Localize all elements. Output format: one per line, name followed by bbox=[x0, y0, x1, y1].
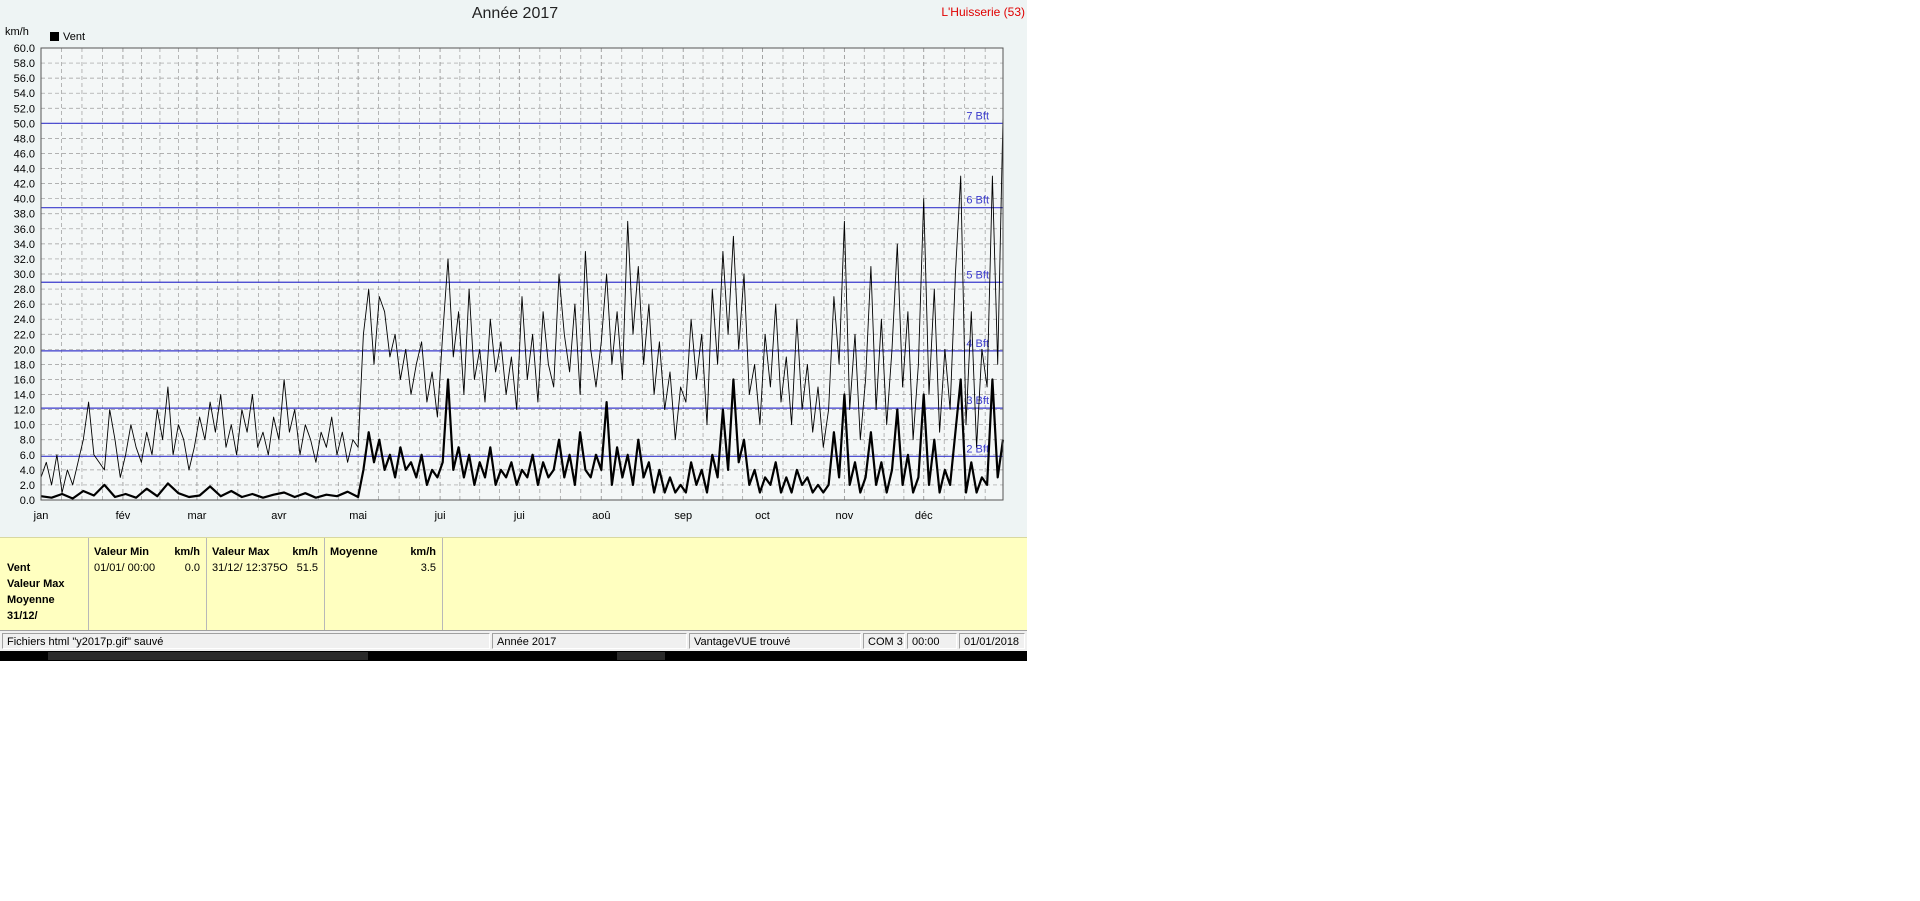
avg-value: 3.5 bbox=[420, 562, 436, 574]
y-tick-label: 10.0 bbox=[14, 420, 35, 432]
status-period: Année 2017 bbox=[492, 633, 687, 649]
y-tick-label: 0.0 bbox=[20, 495, 35, 507]
status-time: 00:00 bbox=[907, 633, 957, 649]
y-tick-label: 14.0 bbox=[14, 390, 35, 402]
stats-max: Valeur Max km/h 31/12/ 12:375O 51.5 bbox=[207, 538, 325, 630]
x-tick-label: mar bbox=[187, 510, 206, 522]
max-timestamp: 31/12/ 12:375O bbox=[212, 562, 288, 574]
stats-avg: Moyenne km/h 3.5 bbox=[325, 538, 443, 630]
x-tick-label: avr bbox=[271, 510, 287, 522]
app-window: 0.0 2.0 4.0 6.0 8.0 10.0 12.0 14.0 16.0 18.0 20.0 2… bbox=[0, 0, 1027, 661]
beaufort-label: 2 Bft bbox=[966, 443, 989, 455]
y-tick-label: 56.0 bbox=[14, 73, 35, 85]
y-tick-label: 28.0 bbox=[14, 284, 35, 296]
x-tick-label: mai bbox=[349, 510, 367, 522]
y-tick-label: 40.0 bbox=[14, 194, 35, 206]
y-tick-label: 44.0 bbox=[14, 164, 35, 176]
y-tick-label: 4.0 bbox=[20, 465, 35, 477]
status-bar: Fichiers html "y2017p.gif" sauvé Année 2… bbox=[0, 630, 1027, 651]
beaufort-label: 3 Bft bbox=[966, 395, 989, 407]
stats-min: Valeur Min km/h 01/01/ 00:00 0.0 bbox=[89, 538, 207, 630]
y-tick-label: 38.0 bbox=[14, 209, 35, 221]
label-vent: Vent bbox=[7, 562, 31, 574]
label-moyenne: Moyenne bbox=[7, 594, 55, 606]
stats-panel: Vent Valeur Max Moyenne 31/12/ Valeur Mi… bbox=[0, 537, 1027, 630]
y-tick-label: 48.0 bbox=[14, 133, 35, 145]
min-header: Valeur Min bbox=[94, 546, 150, 558]
status-date: 01/01/2018 bbox=[959, 633, 1025, 649]
min-value: 0.0 bbox=[184, 562, 200, 574]
stats-labels: Vent Valeur Max Moyenne 31/12/ bbox=[0, 538, 89, 630]
taskbar-segment bbox=[48, 652, 368, 660]
y-tick-label: 52.0 bbox=[14, 103, 35, 115]
y-tick-label: 26.0 bbox=[14, 299, 35, 311]
x-tick-label: jui bbox=[513, 510, 525, 522]
status-port: COM 3 bbox=[863, 633, 905, 649]
y-tick-label: 24.0 bbox=[14, 314, 35, 326]
y-tick-label: 12.0 bbox=[14, 405, 35, 417]
chart-title: Année 2017 bbox=[471, 5, 559, 22]
x-tick-label: nov bbox=[836, 510, 854, 522]
chart-panel: 0.0 2.0 4.0 6.0 8.0 10.0 12.0 14.0 16.0 18.0 20.0 2… bbox=[0, 0, 1027, 537]
x-tick-label: déc bbox=[915, 510, 933, 522]
label-valeur-max: Valeur Max bbox=[7, 578, 65, 590]
y-tick-label: 50.0 bbox=[14, 118, 35, 130]
taskbar-segment bbox=[617, 652, 665, 660]
x-tick-label: aoû bbox=[592, 510, 610, 522]
taskbar-strip bbox=[0, 651, 1027, 661]
avg-header: Moyenne bbox=[330, 546, 378, 558]
y-tick-label: 22.0 bbox=[14, 329, 35, 341]
y-tick-label: 42.0 bbox=[14, 179, 35, 191]
x-tick-label: oct bbox=[755, 510, 770, 522]
min-timestamp: 01/01/ 00:00 bbox=[94, 562, 156, 574]
station-name: L'Huisserie (53) bbox=[941, 5, 1025, 19]
max-value: 51.5 bbox=[296, 562, 318, 574]
chart-legend: Vent bbox=[50, 31, 85, 43]
x-tick-label: jan bbox=[33, 510, 49, 522]
y-tick-label: 34.0 bbox=[14, 239, 35, 251]
y-axis-unit: km/h bbox=[5, 26, 29, 38]
beaufort-label: 5 Bft bbox=[966, 269, 989, 281]
y-tick-label: 20.0 bbox=[14, 344, 35, 356]
plot-area bbox=[41, 48, 1003, 500]
x-tick-label: jui bbox=[434, 510, 446, 522]
y-tick-label: 46.0 bbox=[14, 148, 35, 160]
wind-chart: 0.0 2.0 4.0 6.0 8.0 10.0 12.0 14.0 16.0 18.0 20.0 2… bbox=[14, 43, 1005, 522]
avg-unit: km/h bbox=[410, 546, 436, 558]
min-unit: km/h bbox=[174, 546, 200, 558]
legend-swatch bbox=[50, 32, 59, 41]
max-header: Valeur Max bbox=[212, 546, 270, 558]
legend-label: Vent bbox=[63, 31, 86, 43]
label-date: 31/12/ bbox=[7, 610, 38, 622]
y-tick-label: 16.0 bbox=[14, 374, 35, 386]
y-tick-label: 18.0 bbox=[14, 359, 35, 371]
y-tick-label: 6.0 bbox=[20, 450, 35, 462]
y-tick-label: 32.0 bbox=[14, 254, 35, 266]
y-tick-label: 54.0 bbox=[14, 88, 35, 100]
status-file-message: Fichiers html "y2017p.gif" sauvé bbox=[2, 633, 490, 649]
y-tick-label: 8.0 bbox=[20, 435, 35, 447]
x-tick-label: sep bbox=[674, 510, 692, 522]
y-tick-label: 36.0 bbox=[14, 224, 35, 236]
max-unit: km/h bbox=[292, 546, 318, 558]
y-tick-label: 60.0 bbox=[14, 43, 35, 55]
y-tick-label: 2.0 bbox=[20, 480, 35, 492]
status-device: VantageVUE trouvé bbox=[689, 633, 861, 649]
beaufort-label: 6 Bft bbox=[966, 195, 989, 207]
beaufort-label: 7 Bft bbox=[966, 110, 989, 122]
x-tick-label: fév bbox=[116, 510, 131, 522]
y-tick-label: 58.0 bbox=[14, 58, 35, 70]
y-tick-label: 30.0 bbox=[14, 269, 35, 281]
